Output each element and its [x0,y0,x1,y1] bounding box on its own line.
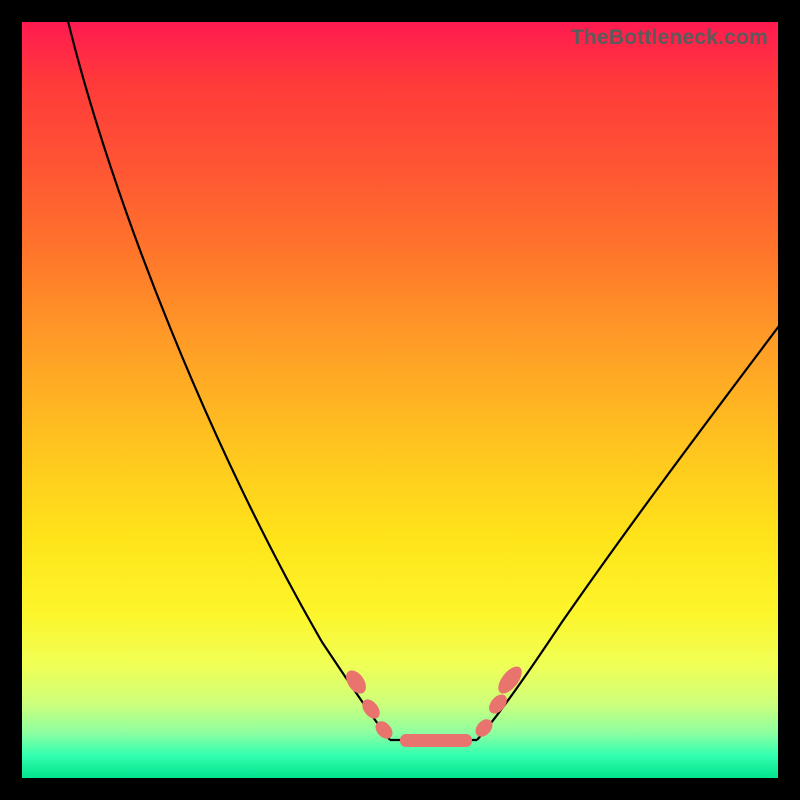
curve-svg [22,22,778,778]
plot-area: TheBottleneck.com [22,22,778,778]
curve-right [477,322,778,740]
bead-flat-bar [400,734,472,747]
curve-left [67,22,390,740]
chart-frame: TheBottleneck.com [0,0,800,800]
